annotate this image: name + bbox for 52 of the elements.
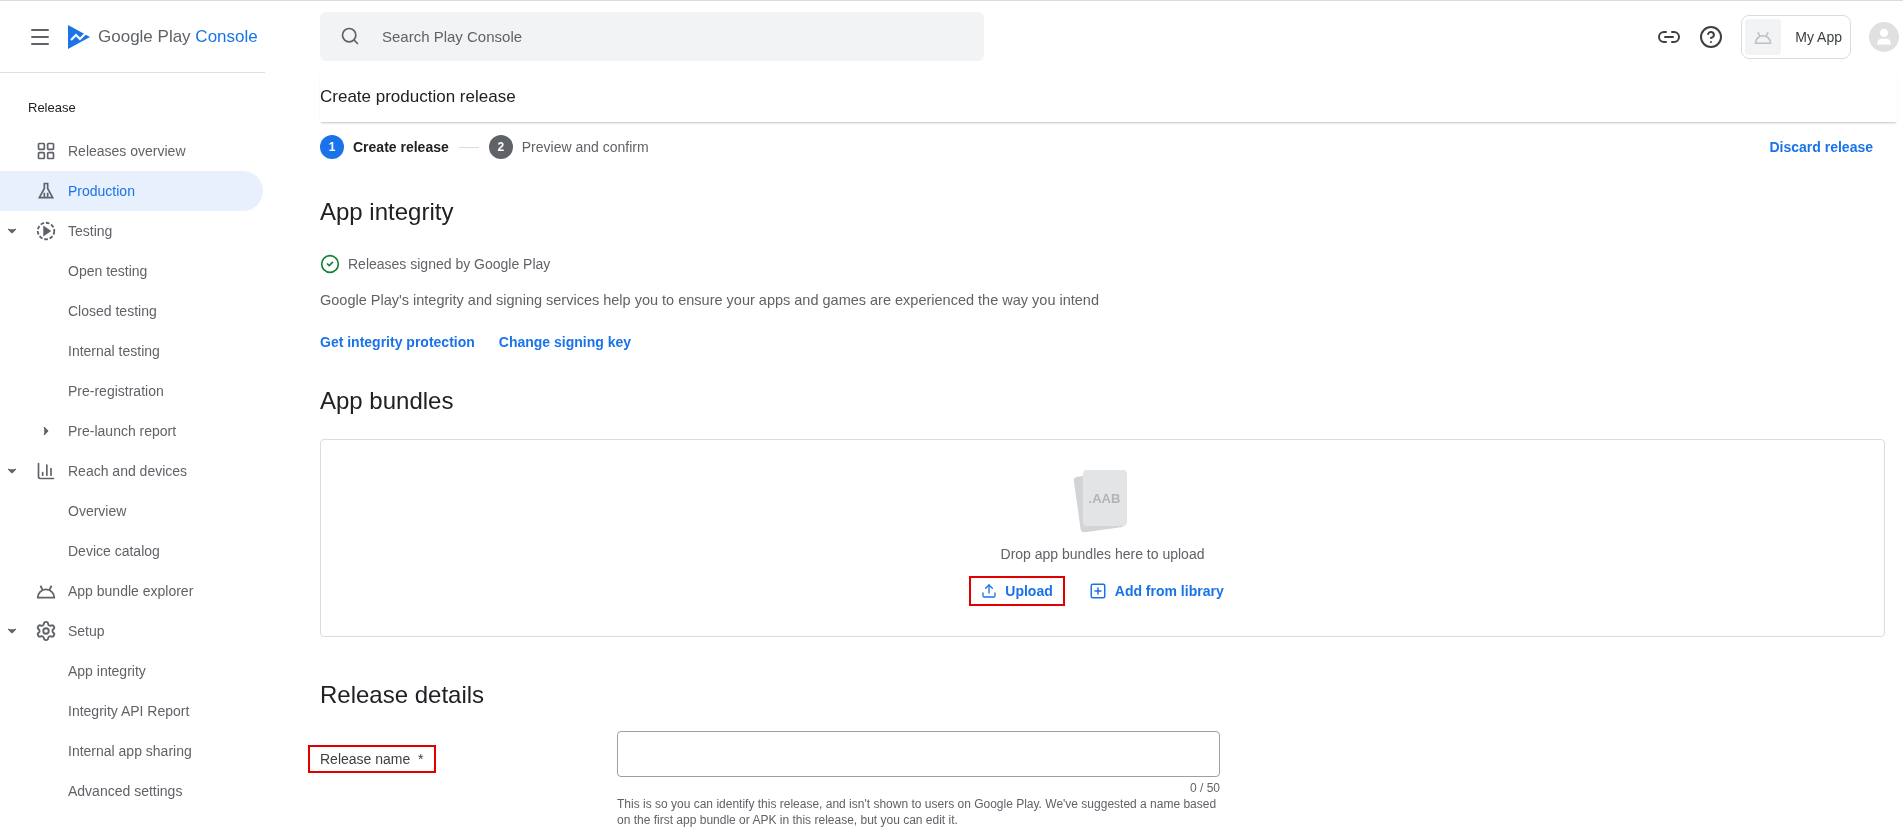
sidebar-item[interactable]: App integrity <box>0 651 263 691</box>
sidebar-item[interactable]: Setup <box>0 611 263 651</box>
section-heading: App integrity <box>320 198 455 226</box>
step-label[interactable]: Create release <box>353 139 449 155</box>
integrity-link[interactable]: Change signing key <box>498 334 632 350</box>
sidebar-item[interactable]: Production <box>0 171 263 211</box>
grid-icon <box>36 141 56 161</box>
help-icon[interactable] <box>1699 24 1724 49</box>
upload-icon <box>981 583 998 599</box>
release-name-input[interactable] <box>617 731 1220 777</box>
search-field[interactable]: Search Play Console <box>320 12 984 61</box>
sidebar-item[interactable]: Pre-registration <box>0 371 263 411</box>
sidebar-item[interactable]: Internal testing <box>0 331 263 371</box>
settings-icon <box>35 620 57 642</box>
flask-icon <box>36 181 56 201</box>
app-logo-text: Google Play Console <box>98 26 258 47</box>
drop-hint-text: Drop app bundles here to upload <box>1000 546 1205 562</box>
section-title: Release <box>27 98 77 117</box>
add-from-library-button[interactable]: Add from library <box>1076 576 1236 606</box>
sidebar-item[interactable]: Testing <box>0 211 263 251</box>
discard-release-link[interactable]: Discard release <box>1769 139 1873 155</box>
step-number: 1 <box>320 135 344 159</box>
section-heading: Release details <box>320 681 486 709</box>
sidebar-item[interactable]: Advanced settings <box>0 771 263 811</box>
step-number: 2 <box>488 135 513 159</box>
field-label: Release name * <box>308 745 436 773</box>
sidebar-item[interactable]: App bundle explorer <box>0 571 263 611</box>
upload-button[interactable]: Upload <box>969 576 1065 606</box>
check-circle-icon <box>320 254 340 274</box>
help-text: This is so you can identify this release, and isn't shown to users on Google Play. We've suggested a name based on the first app bundle or APK in this release, but you can edit it. <box>617 797 1218 829</box>
sidebar-item[interactable]: Integrity API Report <box>0 691 263 731</box>
sidebar-item[interactable]: Releases overview <box>0 131 263 171</box>
character-counter: 0 / 50 <box>1188 781 1220 795</box>
sidebar-item[interactable]: Pre-launch report <box>0 411 263 451</box>
integrity-link[interactable]: Get integrity protection <box>320 334 475 350</box>
search-icon <box>340 26 360 46</box>
sidebar-item[interactable]: Internal app sharing <box>0 731 263 771</box>
sidebar-item[interactable]: Open testing <box>0 251 263 291</box>
sidebar-item[interactable]: Device catalog <box>0 531 263 571</box>
sidebar-item[interactable]: Closed testing <box>0 291 263 331</box>
page-title: Create production release <box>320 87 516 107</box>
description-text: Google Play's integrity and signing services help you to ensure your apps and games are experienced the way you intend <box>320 292 1100 308</box>
sidebar-item[interactable]: Reach and devices <box>0 451 263 491</box>
step-label[interactable]: Preview and confirm <box>521 139 649 155</box>
play-circle-icon <box>35 220 57 242</box>
add-library-icon <box>1088 582 1107 600</box>
sidebar-item[interactable]: Overview <box>0 491 263 531</box>
play-logo-icon <box>66 22 92 51</box>
app-selector[interactable]: My App <box>1741 14 1851 59</box>
section-heading: App bundles <box>320 387 455 415</box>
bar-chart-icon <box>36 461 56 481</box>
status-text: Releases signed by Google Play <box>348 256 551 272</box>
